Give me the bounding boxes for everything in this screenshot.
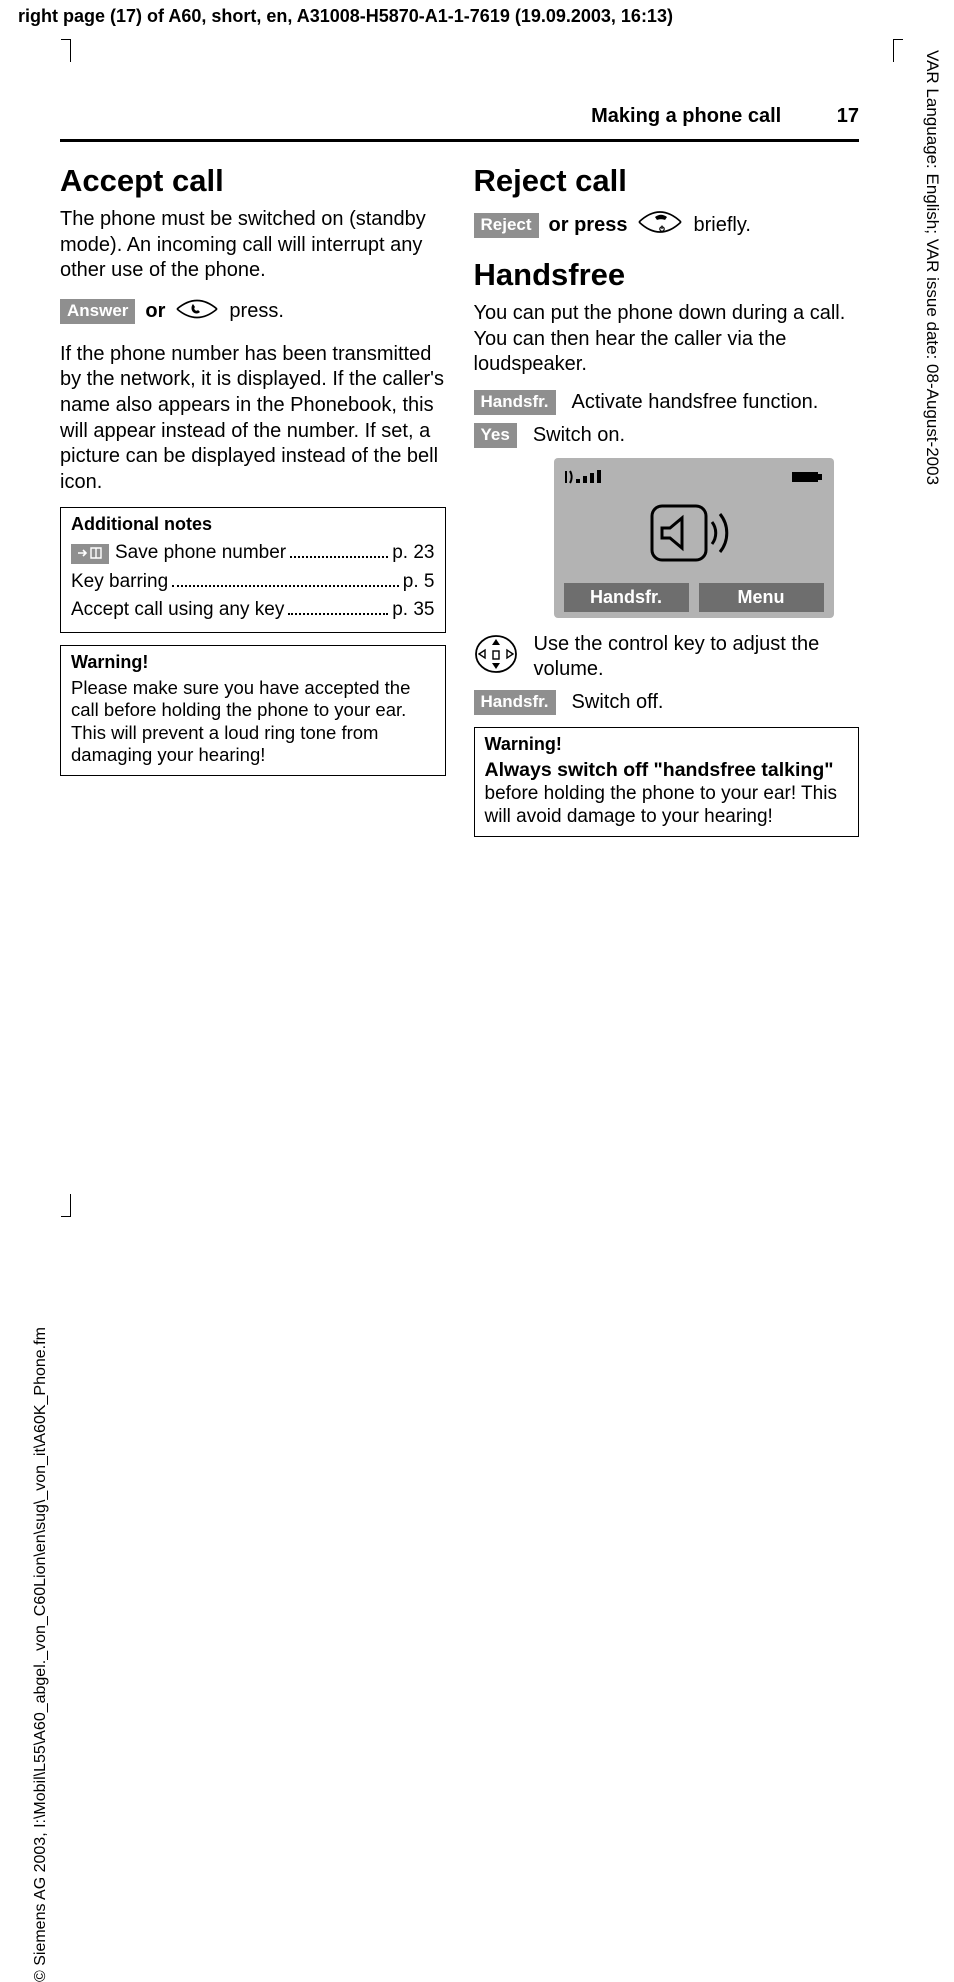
call-key-icon (175, 296, 219, 328)
screen-softkey-right: Menu (699, 583, 824, 612)
text-press: press. (229, 300, 283, 323)
paragraph: You can put the phone down during a call… (474, 301, 860, 378)
page-number: 17 (837, 105, 859, 128)
softkey-reject: Reject (474, 213, 539, 238)
answer-instruction: Answer or press. (60, 296, 446, 328)
battery-icon (790, 469, 824, 485)
notes-line: Key barring p. 5 (71, 567, 435, 592)
right-margin-text: VAR Language: English; VAR issue date: 0… (922, 50, 942, 550)
paragraph: If the phone number has been transmitted… (60, 342, 446, 496)
left-margin-text: © Siemens AG 2003, I:\Mobil\L55\A60_abge… (18, 470, 38, 1230)
crop-mark (70, 1194, 93, 1216)
signal-icon (564, 469, 610, 485)
box-title: Additional notes (71, 514, 435, 535)
text-or: or (145, 300, 165, 323)
step-text: Use the control key to adjust the volume… (534, 632, 860, 682)
right-column: Reject call Reject or press briefly. Han… (474, 155, 860, 1196)
text-or-press: or press (549, 214, 628, 237)
left-column: Accept call The phone must be switched o… (60, 155, 446, 1196)
box-title: Warning! (71, 652, 435, 673)
softkey-handsfree: Handsfr. (474, 690, 556, 715)
warning-text: before holding the phone to your ear! Th… (485, 783, 837, 827)
softkey-yes: Yes (474, 423, 517, 448)
heading-handsfree: Handsfree (474, 257, 860, 293)
notes-line: Save phone number p. 23 (71, 539, 435, 564)
step-text: Switch off. (572, 690, 859, 715)
screen-softkey-left: Handsfr. (564, 583, 689, 612)
softkey-handsfree: Handsfr. (474, 390, 556, 415)
running-header: Making a phone call 17 (60, 105, 859, 142)
box-title: Warning! (485, 734, 849, 755)
phone-screen-illustration: Handsfr. Menu (554, 458, 834, 618)
step-activate-handsfree: Handsfr. Activate handsfree function. (474, 390, 860, 415)
softkey-answer: Answer (60, 299, 135, 324)
crop-mark (871, 40, 894, 62)
crop-mark (70, 40, 93, 62)
section-title: Making a phone call (591, 105, 781, 127)
step-switch-off: Handsfr. Switch off. (474, 690, 860, 715)
warning-text: Please make sure you have accepted the c… (71, 677, 435, 767)
notes-line: Accept call using any key p. 35 (71, 596, 435, 621)
heading-accept-call: Accept call (60, 163, 446, 199)
warning-box: Warning! Please make sure you have accep… (60, 645, 446, 776)
step-switch-on: Yes Switch on. (474, 423, 860, 448)
step-text: Activate handsfree function. (572, 390, 859, 415)
step-text: Switch on. (533, 423, 859, 448)
warning-strong: Always switch off "handsfree talking" (485, 759, 834, 781)
reject-instruction: Reject or press briefly. (474, 207, 860, 243)
additional-notes-box: Additional notes Save phone number p. 23… (60, 507, 446, 632)
save-to-phonebook-icon (71, 544, 109, 564)
warning-box: Warning! Always switch off "handsfree ta… (474, 727, 860, 838)
control-key-icon (474, 634, 518, 680)
paragraph: The phone must be switched on (standby m… (60, 207, 446, 284)
top-header: right page (17) of A60, short, en, A3100… (18, 6, 673, 27)
loudspeaker-icon (646, 502, 742, 569)
text-briefly: briefly. (693, 214, 750, 237)
end-key-icon (637, 207, 683, 243)
step-volume: Use the control key to adjust the volume… (474, 632, 860, 682)
heading-reject-call: Reject call (474, 163, 860, 199)
